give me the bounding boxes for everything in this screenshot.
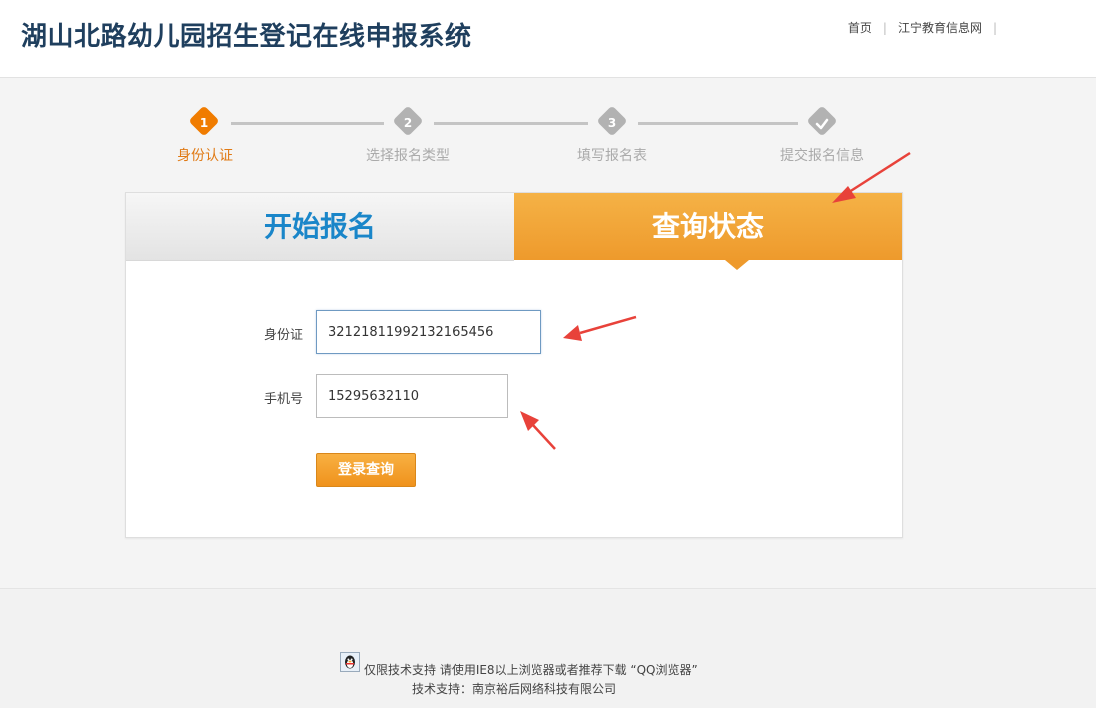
step-1-label: 身份认证 [177, 148, 233, 164]
footer-browser-notice: 仅限技术支持 请使用IE8以上浏览器或者推荐下载 “QQ浏览器” [364, 663, 698, 677]
login-query-button[interactable]: 登录查询 [316, 453, 416, 487]
step-1-number: 1 [199, 116, 209, 130]
step-4-label: 提交报名信息 [780, 148, 864, 164]
step-connector [231, 122, 384, 125]
id-card-input[interactable] [316, 310, 541, 354]
site-title: 湖山北路幼儿园招生登记在线申报系统 [21, 22, 472, 52]
step-3-label: 填写报名表 [577, 148, 647, 164]
link-separator: | [882, 20, 887, 35]
jiangning-edu-link[interactable]: 江宁教育信息网 [898, 19, 982, 36]
qq-penguin-icon[interactable] [340, 652, 360, 672]
step-connector [638, 122, 798, 125]
home-link[interactable]: 首页 [848, 19, 872, 36]
phone-label: 手机号 [264, 392, 304, 407]
footer: 仅限技术支持 请使用IE8以上浏览器或者推荐下载 “QQ浏览器” 技术支持：南京… [0, 589, 1096, 708]
header: 湖山北路幼儿园招生登记在线申报系统 首页 | 江宁教育信息网 | [0, 0, 1096, 78]
active-tab-pointer [725, 260, 749, 270]
checkmark-icon [815, 118, 829, 130]
registration-panel: 开始报名 查询状态 身份证 手机号 登录查询 [125, 192, 903, 538]
step-2-number: 2 [403, 116, 413, 130]
tab-start-registration[interactable]: 开始报名 [126, 193, 514, 261]
id-card-label: 身份证 [264, 328, 304, 343]
progress-stepper: 1 身份认证 2 选择报名类型 3 填写报名表 提交报名信息 [0, 105, 1096, 168]
top-links: 首页 | 江宁教育信息网 | [848, 19, 1008, 36]
step-3-number: 3 [607, 116, 617, 130]
tab-query-status[interactable]: 查询状态 [514, 193, 902, 260]
step-connector [434, 122, 588, 125]
footer-tech-support: 技术支持：南京裕后网络科技有限公司 [412, 682, 617, 696]
step-2-label: 选择报名类型 [366, 148, 450, 164]
link-separator: | [992, 20, 997, 35]
phone-input[interactable] [316, 374, 508, 418]
